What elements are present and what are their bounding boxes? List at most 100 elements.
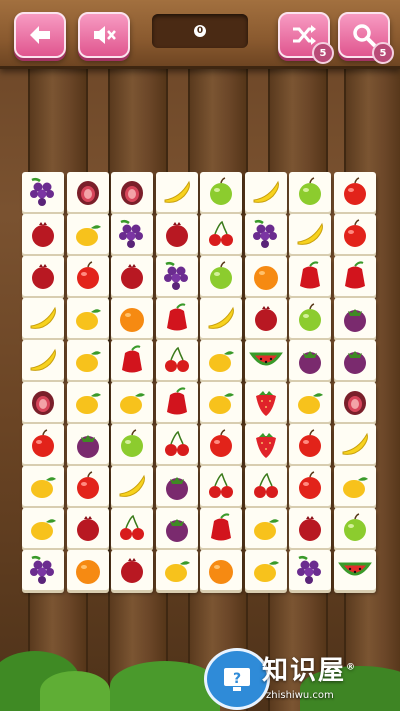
back-button[interactable] xyxy=(14,12,66,58)
tile-red-apple[interactable] xyxy=(289,466,331,506)
tile-banana[interactable] xyxy=(22,340,64,380)
pomegranate-icon xyxy=(121,558,143,583)
tile-mango[interactable] xyxy=(289,382,331,422)
tile-banana[interactable] xyxy=(111,466,153,506)
tile-pomegranate[interactable] xyxy=(66,508,109,548)
tile-banana[interactable] xyxy=(155,172,198,212)
pomegranate-icon xyxy=(299,516,321,541)
tile-mango[interactable] xyxy=(333,466,376,506)
tile-green-apple[interactable] xyxy=(289,298,331,338)
tile-red-apple[interactable] xyxy=(333,214,376,254)
tile-rose-apple[interactable] xyxy=(155,382,198,422)
red-apple-icon xyxy=(210,429,232,457)
tile-fig[interactable] xyxy=(66,172,109,212)
strawberry-icon xyxy=(255,391,276,416)
tile-pomegranate[interactable] xyxy=(289,508,331,548)
tile-cherry[interactable] xyxy=(155,340,198,380)
mango-icon xyxy=(253,519,279,540)
tile-red-apple[interactable] xyxy=(66,466,109,506)
tile-banana[interactable] xyxy=(22,298,64,338)
tile-mango[interactable] xyxy=(244,508,287,548)
tile-mangosteen[interactable] xyxy=(66,424,109,464)
mango-icon xyxy=(209,393,234,414)
tile-mangosteen[interactable] xyxy=(289,340,331,380)
tile-mango[interactable] xyxy=(66,214,109,254)
tile-mangosteen[interactable] xyxy=(155,508,198,548)
tile-cherry[interactable] xyxy=(155,424,198,464)
tile-mango[interactable] xyxy=(66,382,109,422)
tile-rose-apple[interactable] xyxy=(333,256,376,296)
tile-green-apple[interactable] xyxy=(289,172,331,212)
tile-fig[interactable] xyxy=(111,172,153,212)
tile-cherry[interactable] xyxy=(200,214,242,254)
tile-watermelon[interactable] xyxy=(333,550,376,590)
tile-grape[interactable] xyxy=(22,172,64,212)
tile-mango[interactable] xyxy=(22,466,64,506)
tile-banana[interactable] xyxy=(244,172,287,212)
tile-green-apple[interactable] xyxy=(200,172,242,212)
tile-green-apple[interactable] xyxy=(200,256,242,296)
tile-grape[interactable] xyxy=(22,550,64,590)
tile-red-apple[interactable] xyxy=(22,424,64,464)
strawberry-icon xyxy=(255,433,276,458)
tile-grape[interactable] xyxy=(244,214,287,254)
tile-mango[interactable] xyxy=(200,340,242,380)
tile-mango[interactable] xyxy=(244,550,287,590)
tile-strawberry[interactable] xyxy=(244,382,287,422)
tile-red-apple[interactable] xyxy=(200,424,242,464)
tile-fig[interactable] xyxy=(333,382,376,422)
tile-orange[interactable] xyxy=(111,298,153,338)
tile-pomegranate[interactable] xyxy=(244,298,287,338)
tile-pomegranate[interactable] xyxy=(22,214,64,254)
mango-icon xyxy=(342,477,368,498)
rose-apple-icon xyxy=(166,303,187,331)
tile-red-apple[interactable] xyxy=(289,424,331,464)
tile-cherry[interactable] xyxy=(244,466,287,506)
tile-cherry[interactable] xyxy=(200,466,242,506)
tile-pomegranate[interactable] xyxy=(111,256,153,296)
tile-grape[interactable] xyxy=(289,550,331,590)
tile-rose-apple[interactable] xyxy=(289,256,331,296)
banana-icon xyxy=(30,306,56,329)
shuffle-button[interactable]: 5 xyxy=(278,12,334,64)
tile-mango[interactable] xyxy=(111,382,153,422)
tile-pomegranate[interactable] xyxy=(155,214,198,254)
tile-pomegranate[interactable] xyxy=(111,550,153,590)
hint-button[interactable]: 5 xyxy=(338,12,394,64)
svg-text:?: ? xyxy=(233,671,241,687)
banana-icon xyxy=(164,180,190,203)
tile-cherry[interactable] xyxy=(111,508,153,548)
tile-fig[interactable] xyxy=(22,382,64,422)
tile-strawberry[interactable] xyxy=(244,424,287,464)
tile-orange[interactable] xyxy=(200,550,242,590)
sound-button[interactable] xyxy=(78,12,130,58)
tile-grape[interactable] xyxy=(155,256,198,296)
tile-red-apple[interactable] xyxy=(66,256,109,296)
tile-rose-apple[interactable] xyxy=(111,340,153,380)
tile-rose-apple[interactable] xyxy=(200,508,242,548)
monitor-question-icon: ? xyxy=(224,668,250,691)
tile-rose-apple[interactable] xyxy=(155,298,198,338)
tile-banana[interactable] xyxy=(289,214,331,254)
tile-pomegranate[interactable] xyxy=(22,256,64,296)
tile-mango[interactable] xyxy=(155,550,198,590)
tile-orange[interactable] xyxy=(244,256,287,296)
tile-mango[interactable] xyxy=(66,298,109,338)
tile-mangosteen[interactable] xyxy=(333,298,376,338)
tile-banana[interactable] xyxy=(200,298,242,338)
shuffle-count-badge: 5 xyxy=(312,42,334,64)
pomegranate-icon xyxy=(32,264,54,289)
tile-orange[interactable] xyxy=(66,550,109,590)
tile-mangosteen[interactable] xyxy=(333,340,376,380)
tile-banana[interactable] xyxy=(333,424,376,464)
tile-green-apple[interactable] xyxy=(333,508,376,548)
pomegranate-icon xyxy=(76,516,99,541)
tile-mangosteen[interactable] xyxy=(155,466,198,506)
tile-watermelon[interactable] xyxy=(244,340,287,380)
tile-red-apple[interactable] xyxy=(333,172,376,212)
tile-green-apple[interactable] xyxy=(111,424,153,464)
tile-mango[interactable] xyxy=(200,382,242,422)
tile-mango[interactable] xyxy=(22,508,64,548)
tile-grape[interactable] xyxy=(111,214,153,254)
tile-mango[interactable] xyxy=(66,340,109,380)
